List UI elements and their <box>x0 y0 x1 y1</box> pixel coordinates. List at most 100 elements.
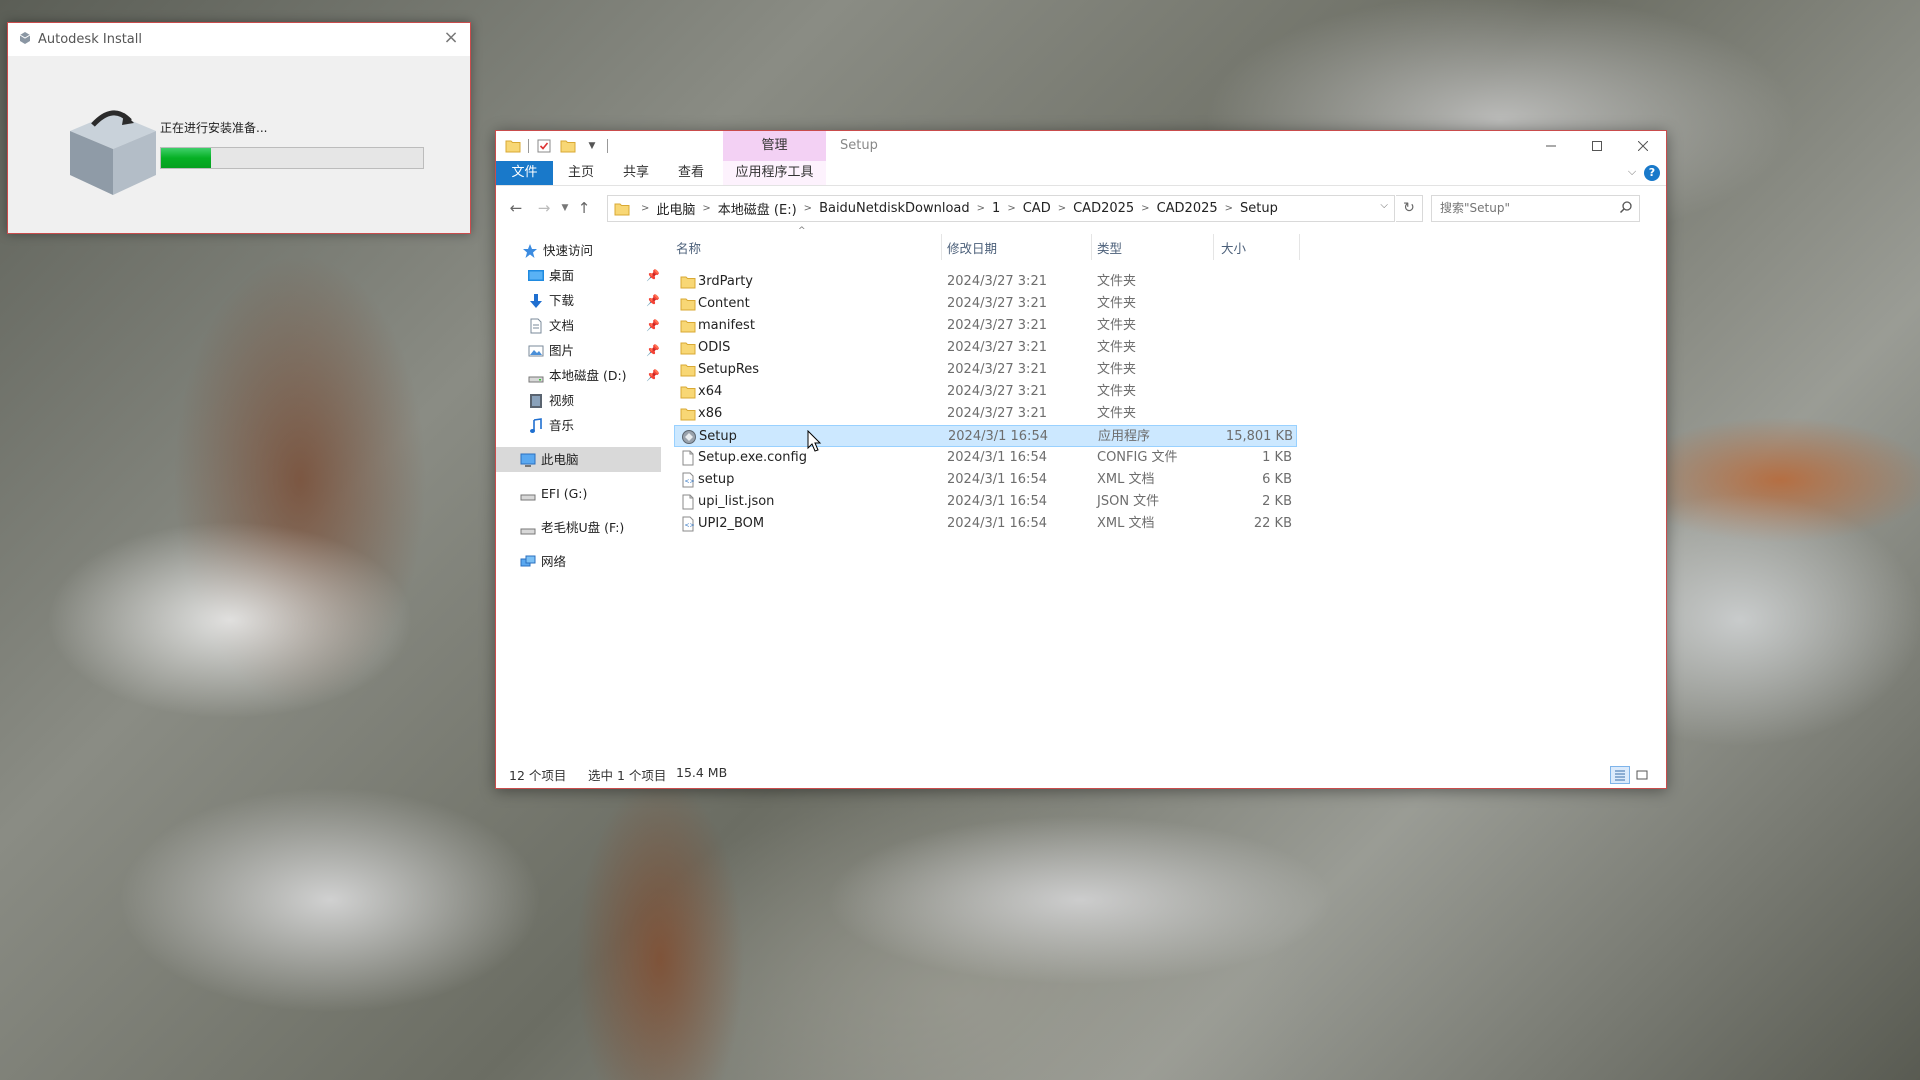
address-bar[interactable]: > 此电脑 > 本地磁盘 (E:) > BaiduNetdiskDownload… <box>607 195 1395 222</box>
tab-share[interactable]: 共享 <box>616 161 656 185</box>
nav-item-music[interactable]: 音乐 <box>496 413 661 438</box>
file-row[interactable]: Setup.exe.config 2024/3/1 16:54 CONFIG 文件 1… <box>676 447 1666 469</box>
breadcrumb-this-pc[interactable]: 此电脑 <box>656 199 695 218</box>
breadcrumb-cad2025[interactable]: CAD2025 <box>1073 201 1134 216</box>
nav-item-usb-drive[interactable]: 老毛桃U盘 (F:) <box>496 515 661 540</box>
nav-item-pictures[interactable]: 图片 📌 <box>496 338 661 363</box>
breadcrumb-drive-e[interactable]: 本地磁盘 (E:) <box>718 199 797 218</box>
nav-item-documents[interactable]: 文档 📌 <box>496 313 661 338</box>
nav-label: 此电脑 <box>541 452 579 467</box>
desktop-icon <box>528 270 544 281</box>
tab-application-tools[interactable]: 应用程序工具 <box>723 161 826 185</box>
tab-home[interactable]: 主页 <box>561 161 601 185</box>
breadcrumb-cad[interactable]: CAD <box>1023 201 1051 216</box>
folder-icon <box>680 406 696 422</box>
column-divider[interactable] <box>1213 234 1214 260</box>
file-size: 1 KB <box>1262 450 1292 465</box>
file-date: 2024/3/27 3:21 <box>947 318 1047 333</box>
column-header-name[interactable]: 名称 <box>676 238 701 257</box>
large-icons-view-icon[interactable] <box>1632 766 1652 784</box>
minimize-icon[interactable] <box>1528 131 1574 161</box>
maximize-icon[interactable] <box>1574 131 1620 161</box>
file-row[interactable]: x86 2024/3/27 3:21 文件夹 <box>676 403 1666 425</box>
close-icon[interactable]: × <box>441 28 461 48</box>
document-icon <box>530 318 542 334</box>
install-box-icon <box>70 110 156 195</box>
file-type: 文件夹 <box>1097 340 1137 355</box>
expand-ribbon-icon[interactable]: ⌵ <box>1624 165 1640 181</box>
breadcrumb-1[interactable]: 1 <box>992 201 1000 216</box>
breadcrumb-separator-icon[interactable]: > <box>1225 203 1233 214</box>
search-box[interactable] <box>1431 195 1640 222</box>
nav-item-downloads[interactable]: 下载 📌 <box>496 288 661 313</box>
column-divider[interactable] <box>1299 234 1300 260</box>
file-row[interactable]: <> setup 2024/3/1 16:54 XML 文档 6 KB <box>676 469 1666 491</box>
column-divider[interactable] <box>941 234 942 260</box>
tab-file[interactable]: 文件 <box>496 161 553 185</box>
up-arrow-icon[interactable]: ↑ <box>574 199 594 217</box>
nav-item-this-pc[interactable]: 此电脑 <box>496 447 661 472</box>
file-row[interactable]: Setup 2024/3/1 16:54 应用程序 15,801 KB <box>674 425 1297 447</box>
search-input[interactable] <box>1432 196 1618 219</box>
nav-item-desktop[interactable]: 桌面 📌 <box>496 263 661 288</box>
file-size: 6 KB <box>1262 472 1292 487</box>
file-row[interactable]: 3rdParty 2024/3/27 3:21 文件夹 <box>676 271 1666 293</box>
close-icon[interactable] <box>1620 131 1666 161</box>
back-arrow-icon[interactable]: ← <box>506 199 526 217</box>
file-name: x86 <box>698 406 723 421</box>
new-folder-icon[interactable] <box>559 137 577 155</box>
manage-context-tab-header[interactable]: 管理 <box>723 131 826 161</box>
breadcrumb-setup[interactable]: Setup <box>1240 201 1278 216</box>
search-icon[interactable] <box>1619 200 1633 214</box>
breadcrumb-cad2025-inner[interactable]: CAD2025 <box>1157 201 1218 216</box>
address-dropdown-icon[interactable]: ⌵ <box>1380 200 1388 211</box>
customize-toolbar-icon[interactable]: ▼ <box>583 137 601 155</box>
breadcrumb-separator-icon[interactable]: > <box>1007 203 1015 214</box>
pin-icon: 📌 <box>646 294 660 307</box>
file-name: SetupRes <box>698 362 760 377</box>
nav-item-local-disk-d[interactable]: 本地磁盘 (D:) 📌 <box>496 363 661 388</box>
file-date: 2024/3/1 16:54 <box>947 516 1047 531</box>
explorer-window: ▼ 管理 Setup 文件 主页 共享 查看 应用程序工具 ⌵ ? ← → ▼ … <box>495 130 1667 789</box>
file-size: 22 KB <box>1253 516 1292 531</box>
file-row[interactable]: SetupRes 2024/3/27 3:21 文件夹 <box>676 359 1666 381</box>
breadcrumb-separator-icon[interactable]: > <box>1141 203 1149 214</box>
file-type: XML 文档 <box>1097 472 1155 487</box>
file-date: 2024/3/27 3:21 <box>947 362 1047 377</box>
file-row[interactable]: Content 2024/3/27 3:21 文件夹 <box>676 293 1666 315</box>
nav-item-network[interactable]: 网络 <box>496 549 661 574</box>
forward-arrow-icon[interactable]: → <box>534 199 554 217</box>
nav-label: 文档 <box>549 318 575 333</box>
nav-item-quick-access[interactable]: 快速访问 <box>496 238 661 263</box>
properties-icon[interactable] <box>535 137 553 155</box>
file-row[interactable]: <> UPI2_BOM 2024/3/1 16:54 XML 文档 22 KB <box>676 513 1666 535</box>
file-row[interactable]: upi_list.json 2024/3/1 16:54 JSON 文件 2 KB <box>676 491 1666 513</box>
star-icon <box>523 244 537 258</box>
nav-item-efi[interactable]: EFI (G:) <box>496 481 661 506</box>
file-list-pane: ^ 名称 修改日期 类型 大小 3rdParty 2024/3/27 3:21 文件… <box>674 226 1666 760</box>
folder-icon <box>680 384 696 400</box>
file-row[interactable]: x64 2024/3/27 3:21 文件夹 <box>676 381 1666 403</box>
breadcrumb-separator-icon[interactable]: > <box>977 203 985 214</box>
breadcrumb-baidunetdiskdownload[interactable]: BaiduNetdiskDownload <box>819 201 970 216</box>
details-view-icon[interactable] <box>1610 766 1630 784</box>
tab-view[interactable]: 查看 <box>671 161 711 185</box>
column-header-type[interactable]: 类型 <box>1097 238 1122 257</box>
help-icon[interactable]: ? <box>1644 165 1660 181</box>
column-divider[interactable] <box>1091 234 1092 260</box>
recent-locations-chevron-icon[interactable]: ▼ <box>555 199 575 217</box>
nav-item-videos[interactable]: 视频 <box>496 388 661 413</box>
breadcrumb-separator-icon[interactable]: > <box>804 203 812 214</box>
file-row[interactable]: manifest 2024/3/27 3:21 文件夹 <box>676 315 1666 337</box>
file-date: 2024/3/27 3:21 <box>947 274 1047 289</box>
breadcrumb-separator-icon[interactable]: > <box>702 203 710 214</box>
column-header-date[interactable]: 修改日期 <box>947 238 997 257</box>
column-header-size[interactable]: 大小 <box>1221 238 1246 257</box>
refresh-icon[interactable]: ↻ <box>1396 195 1423 222</box>
selection-size: 15.4 MB <box>676 765 728 780</box>
breadcrumb-separator-icon[interactable]: > <box>1058 203 1066 214</box>
pin-icon: 📌 <box>646 319 660 332</box>
file-type: 应用程序 <box>1098 429 1151 444</box>
file-row[interactable]: ODIS 2024/3/27 3:21 文件夹 <box>676 337 1666 359</box>
